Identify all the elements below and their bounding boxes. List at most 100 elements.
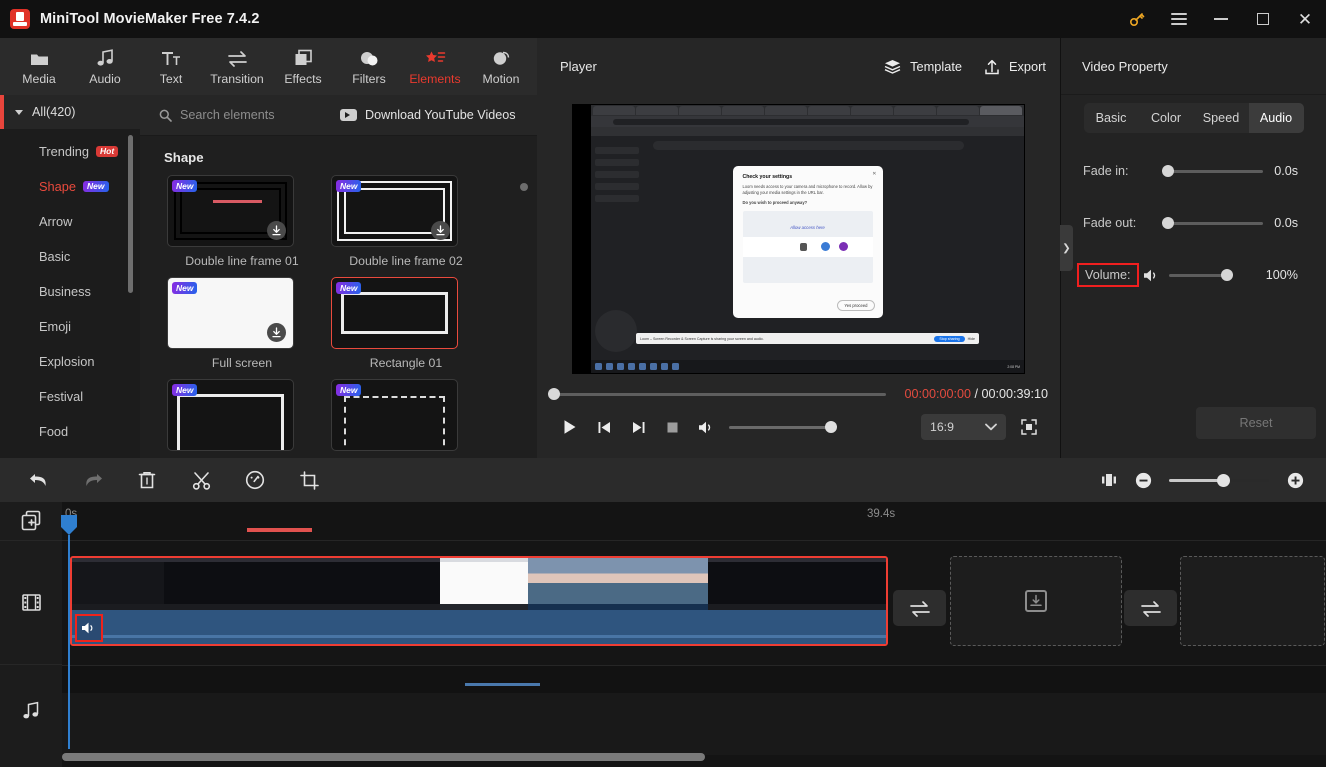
tab-effects[interactable]: Effects: [270, 41, 336, 93]
volume-slider[interactable]: [1168, 269, 1233, 281]
element-thumbnail-selected[interactable]: New: [331, 277, 458, 349]
transition-slot-2[interactable]: [1124, 590, 1177, 626]
element-item[interactable]: New: [324, 379, 488, 451]
elements-scroll-dot[interactable]: [520, 183, 528, 191]
chevron-right-icon[interactable]: ❯: [1060, 225, 1073, 271]
elements-group-title: Shape: [164, 150, 204, 165]
element-thumbnail[interactable]: New: [167, 277, 294, 349]
category-item-basic[interactable]: Basic: [0, 239, 140, 274]
undo-button[interactable]: [12, 458, 66, 502]
search-input[interactable]: Search elements: [140, 108, 340, 122]
transition-slot-1[interactable]: [893, 590, 946, 626]
speed-button[interactable]: [228, 458, 282, 502]
audio-track[interactable]: [62, 665, 1326, 755]
seek-handle[interactable]: [548, 388, 560, 400]
stop-button[interactable]: [655, 412, 689, 442]
fullscreen-button[interactable]: [1012, 412, 1046, 442]
element-item[interactable]: New Full screen: [160, 277, 324, 370]
video-track-header[interactable]: [0, 540, 62, 665]
seek-slider[interactable]: [548, 388, 887, 400]
video-preview[interactable]: ✕ Check your settings Loom needs access …: [572, 104, 1025, 374]
category-item-food[interactable]: Food: [0, 414, 140, 449]
player-volume-handle[interactable]: [825, 421, 837, 433]
tab-audio[interactable]: Audio: [72, 41, 138, 93]
add-media-track-button[interactable]: [0, 502, 62, 540]
tab-speed[interactable]: Speed: [1194, 103, 1249, 133]
speaker-icon[interactable]: [1143, 268, 1161, 283]
download-icon[interactable]: [431, 221, 450, 240]
element-thumbnail[interactable]: New: [331, 379, 458, 451]
export-button[interactable]: Export: [984, 59, 1046, 75]
minimize-icon[interactable]: [1200, 0, 1242, 38]
preview-content: ✕ Check your settings Loom needs access …: [591, 105, 1024, 373]
clip-thumb: [72, 558, 164, 610]
maximize-icon[interactable]: [1242, 0, 1284, 38]
zoom-handle[interactable]: [1217, 473, 1230, 487]
tab-basic[interactable]: Basic: [1084, 103, 1139, 133]
tab-text[interactable]: Text: [138, 41, 204, 93]
tab-elements[interactable]: Elements: [402, 41, 468, 93]
close-icon[interactable]: ✕: [1284, 0, 1326, 38]
split-button[interactable]: [174, 458, 228, 502]
scrollbar-thumb[interactable]: [62, 753, 705, 761]
delete-button[interactable]: [120, 458, 174, 502]
element-item[interactable]: New Double line frame 02: [324, 175, 488, 268]
fade-in-slider[interactable]: [1162, 165, 1263, 177]
category-item-arrow[interactable]: Arrow: [0, 204, 140, 239]
download-youtube-videos-button[interactable]: Download YouTube Videos: [340, 108, 516, 122]
fade-in-handle[interactable]: [1162, 165, 1174, 177]
category-item-shape[interactable]: Shape New: [0, 169, 140, 204]
fade-out-slider[interactable]: [1162, 217, 1263, 229]
category-scrollbar[interactable]: [128, 135, 133, 293]
category-item-explosion[interactable]: Explosion: [0, 344, 140, 379]
media-drop-zone-2[interactable]: [1180, 556, 1325, 646]
category-item-trending[interactable]: Trending Hot: [0, 134, 140, 169]
redo-button[interactable]: [66, 458, 120, 502]
media-drop-zone-1[interactable]: [950, 556, 1122, 646]
fade-out-handle[interactable]: [1162, 217, 1174, 229]
element-item[interactable]: New: [160, 379, 324, 451]
tab-audio[interactable]: Audio: [1248, 103, 1304, 133]
key-icon[interactable]: [1116, 0, 1158, 38]
tab-motion[interactable]: Motion: [468, 41, 534, 93]
zoom-in-icon[interactable]: [1278, 463, 1312, 497]
category-item-emoji[interactable]: Emoji: [0, 309, 140, 344]
player-volume-slider[interactable]: [729, 421, 837, 433]
audio-track-header[interactable]: [0, 665, 62, 755]
element-thumbnail[interactable]: New: [167, 175, 294, 247]
zoom-out-icon[interactable]: [1126, 463, 1160, 497]
download-icon[interactable]: [267, 323, 286, 342]
fit-timeline-icon[interactable]: [1092, 463, 1126, 497]
element-thumbnail[interactable]: New: [331, 175, 458, 247]
tab-transition[interactable]: Transition: [204, 41, 270, 93]
menu-icon[interactable]: [1158, 0, 1200, 38]
element-thumbnail[interactable]: New: [167, 379, 294, 451]
tab-media[interactable]: Media: [6, 41, 72, 93]
tab-filters[interactable]: Filters: [336, 41, 402, 93]
preview-share-bar: Loom – Screen Recorder & Screen Capture …: [636, 333, 979, 344]
template-button[interactable]: Template: [884, 59, 962, 74]
crop-button[interactable]: [282, 458, 336, 502]
video-clip-1[interactable]: [70, 556, 888, 646]
player-title: Player: [560, 59, 597, 74]
element-item[interactable]: New Rectangle 01: [324, 277, 488, 370]
element-item[interactable]: New Double line frame 01: [160, 175, 324, 268]
category-label: Explosion: [39, 354, 95, 369]
download-icon[interactable]: [267, 221, 286, 240]
reset-button[interactable]: Reset: [1196, 407, 1316, 439]
category-item-festival[interactable]: Festival: [0, 379, 140, 414]
aspect-ratio-select[interactable]: 16:9: [921, 414, 1006, 440]
timeline-horizontal-scrollbar[interactable]: [62, 753, 1318, 761]
clip-thumb: [798, 558, 886, 610]
category-all[interactable]: All(420): [0, 95, 140, 129]
clip-mute-button[interactable]: [75, 614, 103, 642]
category-item-business[interactable]: Business: [0, 274, 140, 309]
zoom-slider[interactable]: [1169, 473, 1269, 487]
prev-frame-button[interactable]: [587, 412, 621, 442]
next-frame-button[interactable]: [621, 412, 655, 442]
tab-color[interactable]: Color: [1139, 103, 1194, 133]
play-button[interactable]: [553, 412, 587, 442]
volume-button[interactable]: [689, 412, 723, 442]
timeline-ruler[interactable]: 0s 39.4s: [62, 502, 1326, 540]
volume-handle[interactable]: [1220, 269, 1233, 281]
